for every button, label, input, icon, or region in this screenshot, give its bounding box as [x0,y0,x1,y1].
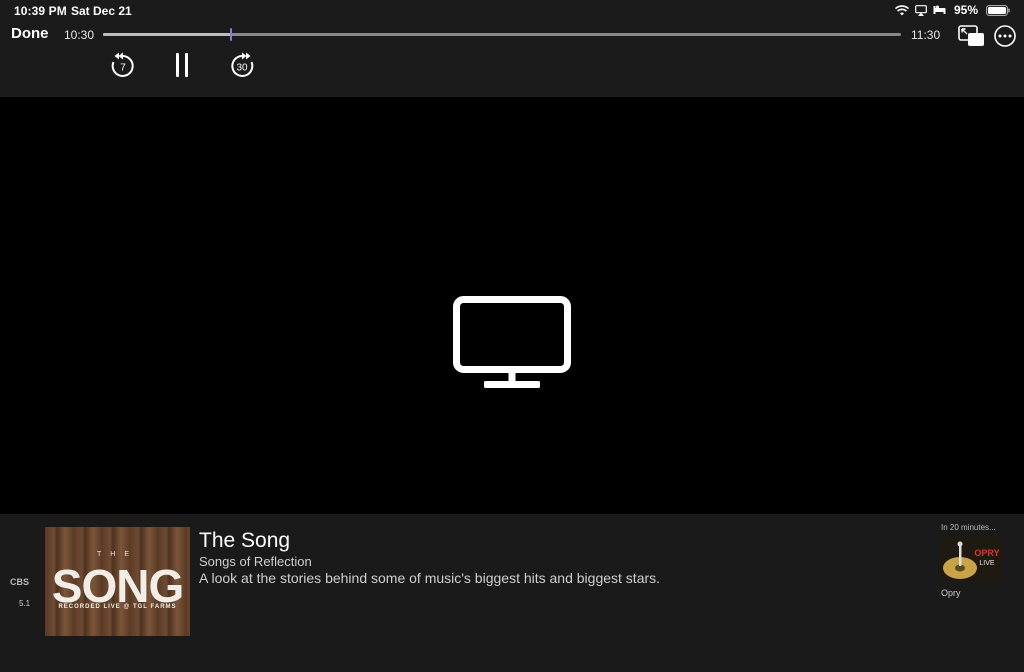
program-info-panel: CBS 5.1 THE SONG RECORDED LIVE @ TGL FAR… [0,514,1024,672]
pause-icon[interactable] [172,51,192,79]
skip-back-icon[interactable]: 7 [109,51,137,79]
tv-icon [453,296,571,388]
program-poster[interactable]: THE SONG RECORDED LIVE @ TGL FARMS [45,527,190,636]
done-button[interactable]: Done [11,25,49,42]
picture-in-picture-icon[interactable] [958,24,986,48]
status-indicators: 95% [894,3,1010,17]
thumb-text-2: LIVE [979,560,995,567]
playhead-knob[interactable] [229,28,232,41]
start-time-label: 10:30 [64,28,95,42]
skip-forward-icon[interactable]: 30 [228,51,256,79]
video-area[interactable] [0,97,1024,514]
program-description: A look at the stories behind some of mus… [199,570,661,586]
up-next-title: Opry [941,588,961,598]
poster-bottom-text: RECORDED LIVE @ TGL FARMS [58,604,177,610]
status-date: Sat Dec 21 [71,4,132,18]
more-options-icon[interactable] [993,24,1017,48]
player-control-bar: 10:39 PM Sat Dec 21 95% Done 10:30 11:30… [0,0,1024,97]
program-title: The Song [199,529,291,552]
channel-number: 5.1 [19,599,31,608]
progress-fill [103,33,231,36]
thumb-text-1: OPRY [974,548,999,558]
poster-top-text: THE [97,551,138,558]
end-time-label: 11:30 [911,28,941,42]
opry-logo: OPRY LIVE [943,541,1000,579]
status-bar: 10:39 PM Sat Dec 21 95% [0,0,1024,22]
channel-logo: CBS [10,577,30,587]
airplay-icon [915,4,927,16]
progress-scrubber[interactable] [103,28,901,41]
episode-title: Songs of Reflection [199,554,312,569]
sleep-icon [933,5,946,14]
up-next-thumbnail[interactable]: OPRY LIVE [940,536,1003,583]
video-player-screen: 10:39 PM Sat Dec 21 95% Done 10:30 11:30… [0,0,1024,672]
skip-forward-seconds: 30 [236,63,248,74]
battery-percent: 95% [953,3,978,17]
status-time: 10:39 PM [14,4,67,18]
wifi-icon [894,4,909,15]
battery-icon [986,4,1010,16]
up-next-label: In 20 minutes... [941,523,996,532]
skip-back-seconds: 7 [120,63,126,74]
